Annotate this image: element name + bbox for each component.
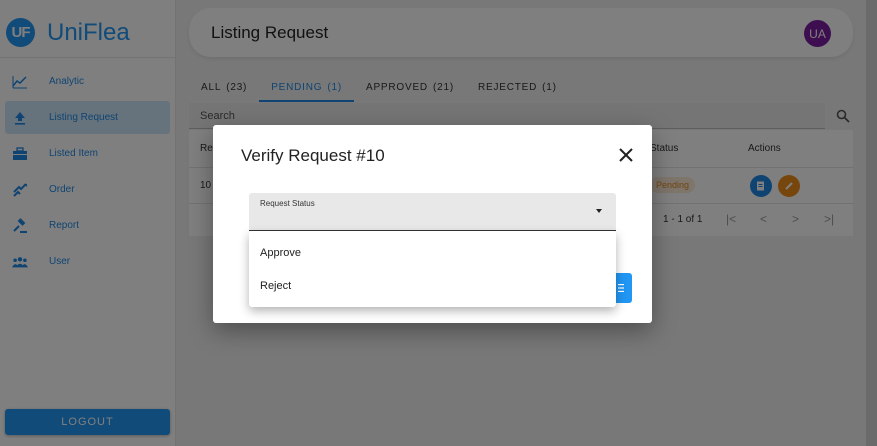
status-options-menu: Approve Reject — [249, 231, 616, 307]
close-icon[interactable] — [616, 145, 636, 165]
select-label: Request Status — [260, 199, 315, 208]
scrollbar[interactable] — [866, 0, 877, 446]
option-reject[interactable]: Reject — [249, 269, 616, 302]
verify-request-dialog: Verify Request #10 Request Status Approv… — [213, 125, 652, 323]
menu-icon — [617, 284, 624, 292]
option-approve[interactable]: Approve — [249, 236, 616, 269]
request-status-select[interactable]: Request Status — [249, 193, 616, 231]
dialog-title: Verify Request #10 — [241, 146, 385, 165]
caret-up-icon — [596, 209, 602, 213]
